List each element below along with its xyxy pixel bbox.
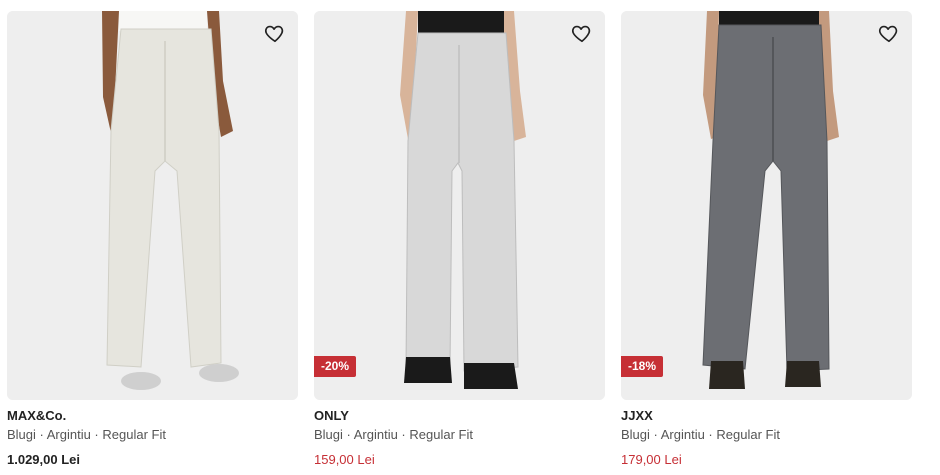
product-card[interactable]: -18% JJXX Blugi · Argintiu · Regular Fit… <box>621 11 912 468</box>
product-photo <box>314 11 605 400</box>
product-photo <box>621 11 912 400</box>
product-photo <box>7 11 298 400</box>
product-description[interactable]: Blugi · Argintiu · Regular Fit <box>621 427 912 443</box>
product-image[interactable] <box>7 11 298 400</box>
heart-outline-icon <box>571 25 591 43</box>
product-image[interactable]: -18% <box>621 11 912 400</box>
product-card[interactable]: MAX&Co. Blugi · Argintiu · Regular Fit 1… <box>7 11 298 468</box>
product-description[interactable]: Blugi · Argintiu · Regular Fit <box>7 427 298 443</box>
product-brand[interactable]: MAX&Co. <box>7 408 298 424</box>
favorite-button[interactable] <box>264 22 286 44</box>
product-card[interactable]: -20% ONLY Blugi · Argintiu · Regular Fit… <box>314 11 605 468</box>
discount-badge: -20% <box>314 356 357 377</box>
product-brand[interactable]: ONLY <box>314 408 605 424</box>
product-brand[interactable]: JJXX <box>621 408 912 424</box>
heart-outline-icon <box>264 25 284 43</box>
product-price: 179,00 Lei <box>621 452 682 467</box>
favorite-button[interactable] <box>878 22 900 44</box>
favorite-button[interactable] <box>571 22 593 44</box>
product-description[interactable]: Blugi · Argintiu · Regular Fit <box>314 427 605 443</box>
product-price: 1.029,00 Lei <box>7 452 80 467</box>
discount-badge: -18% <box>621 356 664 377</box>
heart-outline-icon <box>878 25 898 43</box>
product-image[interactable]: -20% <box>314 11 605 400</box>
product-price: 159,00 Lei <box>314 452 375 467</box>
